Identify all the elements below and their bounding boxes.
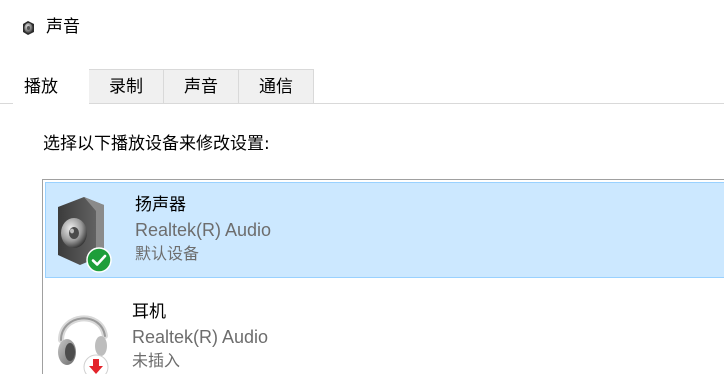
tab-recording[interactable]: 录制 (88, 69, 164, 103)
tab-sounds[interactable]: 声音 (163, 69, 239, 103)
device-status: 未插入 (132, 351, 181, 370)
tab-communications[interactable]: 通信 (238, 69, 314, 103)
device-status: 默认设备 (135, 244, 200, 263)
playback-device-list[interactable]: 扬声器 Realtek(R) Audio 默认设备 耳机 Realtek(R) … (42, 179, 724, 374)
title-bar: 声音 (0, 0, 724, 52)
device-name: 耳机 (132, 302, 166, 322)
tab-divider (0, 103, 724, 104)
device-info: 扬声器 Realtek(R) Audio 默认设备 (135, 193, 271, 265)
window-title: 声音 (46, 17, 80, 37)
red-down-arrow-icon (83, 354, 109, 374)
device-list-item-speakers[interactable]: 扬声器 Realtek(R) Audio 默认设备 (45, 182, 724, 278)
device-name: 扬声器 (135, 195, 186, 215)
speaker-icon (23, 21, 34, 35)
device-driver: Realtek(R) Audio (132, 327, 269, 347)
green-check-icon (86, 247, 112, 273)
tab-playback[interactable]: 播放 (13, 69, 89, 104)
sound-dialog: 声音 播放 录制 声音 通信 选择以下播放设备来修改设置: 扬声器 Realte… (0, 0, 724, 374)
tab-strip: 播放 录制 声音 通信 (0, 69, 724, 104)
device-list-item-headphones[interactable]: 耳机 Realtek(R) Audio 未插入 (43, 290, 724, 374)
device-driver: Realtek(R) Audio (135, 220, 272, 240)
instruction-text: 选择以下播放设备来修改设置: (43, 134, 270, 154)
device-info: 耳机 Realtek(R) Audio 未插入 (132, 300, 268, 372)
